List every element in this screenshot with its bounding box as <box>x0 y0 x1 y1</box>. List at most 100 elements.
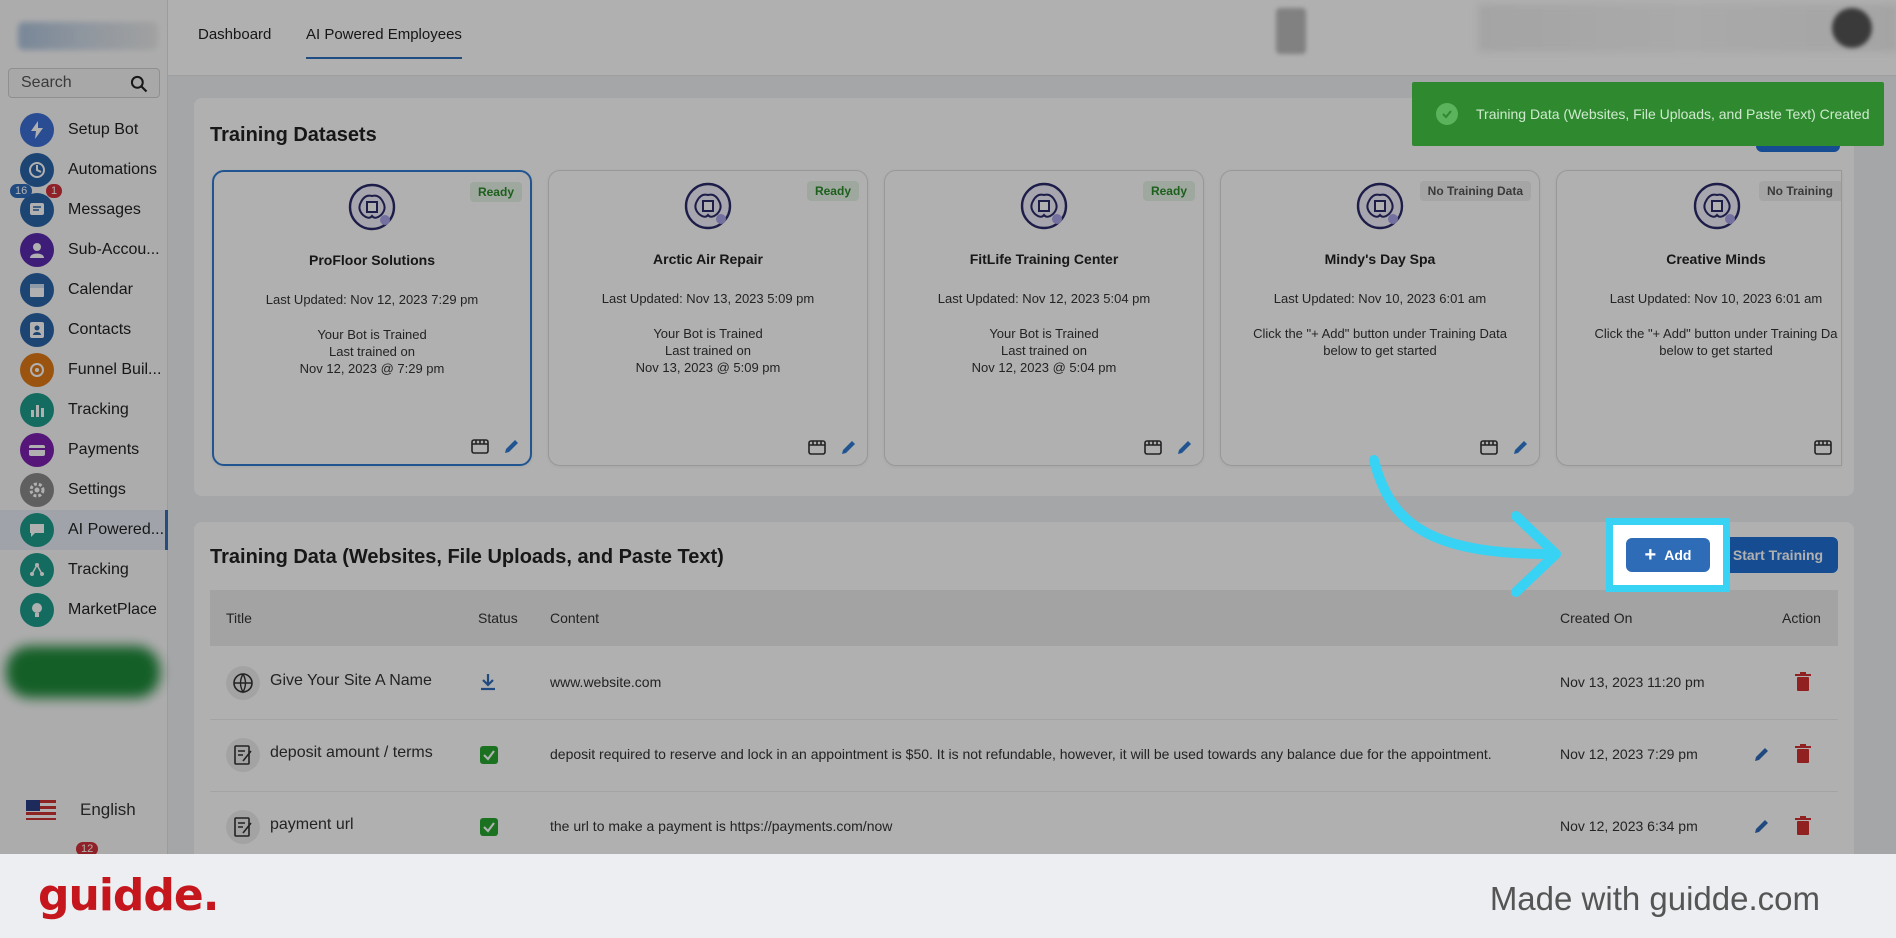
brain-icon <box>1693 182 1741 230</box>
sidebar-item-tracking-2[interactable]: Tracking <box>0 550 168 590</box>
dataset-card[interactable]: Ready FitLife Training Center Last Updat… <box>884 170 1204 466</box>
desc-line: Nov 12, 2023 @ 5:04 pm <box>971 360 1117 375</box>
note-icon <box>226 738 260 772</box>
trash-icon[interactable] <box>1794 816 1812 839</box>
dataset-updated: Last Updated: Nov 12, 2023 5:04 pm <box>937 291 1151 306</box>
start-training-button[interactable]: Start Training <box>1718 537 1838 573</box>
status-badge: Ready <box>806 181 859 201</box>
row-created: Nov 12, 2023 6:34 pm <box>1560 818 1698 834</box>
trash-icon[interactable] <box>1794 672 1812 695</box>
card-actions <box>807 437 859 457</box>
search-input[interactable]: Search <box>8 68 160 98</box>
edit-icon[interactable] <box>1752 816 1772 839</box>
download-icon[interactable] <box>478 672 498 695</box>
sidebar-item-label: Funnel Buil... <box>68 361 162 378</box>
row-title: deposit amount / terms <box>270 744 433 761</box>
sidebar-item-tracking[interactable]: Tracking <box>0 390 168 430</box>
desc-line: Nov 12, 2023 @ 7:29 pm <box>299 361 445 376</box>
sidebar-item-label: AI Powered... <box>68 521 165 538</box>
brain-icon <box>1356 182 1404 230</box>
sidebar-item-sub-accounts[interactable]: Sub-Accou... <box>0 230 168 270</box>
edit-icon[interactable] <box>1752 744 1772 767</box>
dataset-card[interactable]: No Training Creative Minds Last Updated:… <box>1556 170 1842 466</box>
sidebar-item-marketplace[interactable]: MarketPlace <box>0 590 168 630</box>
success-toast: Training Data (Websites, File Uploads, a… <box>1412 82 1884 146</box>
sidebar-item-ai-powered[interactable]: AI Powered... <box>0 510 168 550</box>
sidebar-item-funnel-builder[interactable]: Funnel Buil... <box>0 350 168 390</box>
brain-icon <box>348 183 396 231</box>
dataset-description: Your Bot is Trained Last trained on Nov … <box>895 325 1193 376</box>
dataset-name: Creative Minds <box>1666 251 1766 267</box>
dataset-updated: Last Updated: Nov 10, 2023 6:01 am <box>1609 291 1823 306</box>
edit-icon[interactable] <box>839 437 859 457</box>
row-content: www.website.com <box>550 674 662 690</box>
brain-icon <box>684 182 732 230</box>
dataset-card[interactable]: Ready Arctic Air Repair Last Updated: No… <box>548 170 868 466</box>
automations-icon <box>20 153 54 187</box>
checkmark-icon <box>480 746 498 764</box>
dataset-name: Mindy's Day Spa <box>1324 251 1436 267</box>
brain-icon <box>1020 182 1068 230</box>
card-actions <box>1813 437 1833 457</box>
gear-icon <box>20 473 54 507</box>
calendar-icon <box>20 273 54 307</box>
store-icon[interactable] <box>1143 437 1163 457</box>
trash-icon[interactable] <box>1794 744 1812 767</box>
status-badge: Ready <box>1142 181 1195 201</box>
store-icon[interactable] <box>1813 437 1833 457</box>
card-actions <box>470 436 522 456</box>
desc-line: Your Bot is Trained <box>317 327 427 342</box>
desc-line: Last trained on <box>328 344 415 359</box>
dataset-card[interactable]: No Training Data Mindy's Day Spa Last Up… <box>1220 170 1540 466</box>
status-badge: Ready <box>469 182 522 202</box>
row-title: Give Your Site A Name <box>270 672 432 689</box>
store-icon[interactable] <box>470 436 490 456</box>
row-content: the url to make a payment is https://pay… <box>550 818 893 834</box>
card-actions <box>1143 437 1195 457</box>
bar-chart-icon <box>20 393 54 427</box>
sidebar: Search Setup Bot Automations Messages 16… <box>0 0 168 856</box>
bulb-icon <box>20 593 54 627</box>
edit-icon[interactable] <box>502 436 522 456</box>
dataset-card[interactable]: Ready ProFloor Solutions Last Updated: N… <box>212 170 532 466</box>
row-title: payment url <box>270 816 354 833</box>
tab-ai-powered-employees[interactable]: AI Powered Employees <box>306 26 462 59</box>
row-content: deposit required to reserve and lock in … <box>550 746 1492 762</box>
edit-icon[interactable] <box>1175 437 1195 457</box>
guidde-logo: guidde. <box>38 870 219 921</box>
dataset-updated: Last Updated: Nov 13, 2023 5:09 pm <box>601 291 815 306</box>
tab-dashboard[interactable]: Dashboard <box>198 26 271 43</box>
sidebar-item-settings[interactable]: Settings <box>0 470 168 510</box>
sidebar-item-label: Messages <box>68 201 141 218</box>
desc-line: Click the "+ Add" button under Training … <box>1253 326 1507 341</box>
column-content: Content <box>550 610 600 626</box>
upgrade-banner[interactable] <box>6 646 160 698</box>
funnel-icon <box>20 353 54 387</box>
sidebar-item-calendar[interactable]: Calendar <box>0 270 168 310</box>
dataset-description: Your Bot is Trained Last trained on Nov … <box>559 325 857 376</box>
sidebar-item-label: Tracking <box>68 561 129 578</box>
globe-icon <box>226 666 260 700</box>
search-icon[interactable] <box>129 74 149 94</box>
desc-line: Your Bot is Trained <box>653 326 763 341</box>
sidebar-item-contacts[interactable]: Contacts <box>0 310 168 350</box>
sidebar-item-payments[interactable]: Payments <box>0 430 168 470</box>
dataset-name: Arctic Air Repair <box>653 251 763 267</box>
app-logo <box>18 22 158 50</box>
desc-line: below to get started <box>1659 343 1773 358</box>
dataset-description: Your Bot is Trained Last trained on Nov … <box>224 326 520 377</box>
sidebar-item-setup-bot[interactable]: Setup Bot <box>0 110 168 150</box>
language-selector[interactable]: English <box>26 800 136 820</box>
sidebar-item-label: MarketPlace <box>68 601 157 618</box>
sidebar-item-label: Contacts <box>68 321 132 338</box>
desc-line: Last trained on <box>1000 343 1087 358</box>
avatar[interactable] <box>1832 8 1872 48</box>
store-icon[interactable] <box>807 437 827 457</box>
card-icon <box>20 433 54 467</box>
dataset-description: Click the "+ Add" button under Training … <box>1231 325 1529 359</box>
table-row: Give Your Site A Name www.website.com No… <box>210 648 1838 720</box>
desc-line: Nov 13, 2023 @ 5:09 pm <box>635 360 781 375</box>
desc-line: Last trained on <box>664 343 751 358</box>
dataset-updated: Last Updated: Nov 10, 2023 6:01 am <box>1273 291 1487 306</box>
desc-line: below to get started <box>1323 343 1437 358</box>
